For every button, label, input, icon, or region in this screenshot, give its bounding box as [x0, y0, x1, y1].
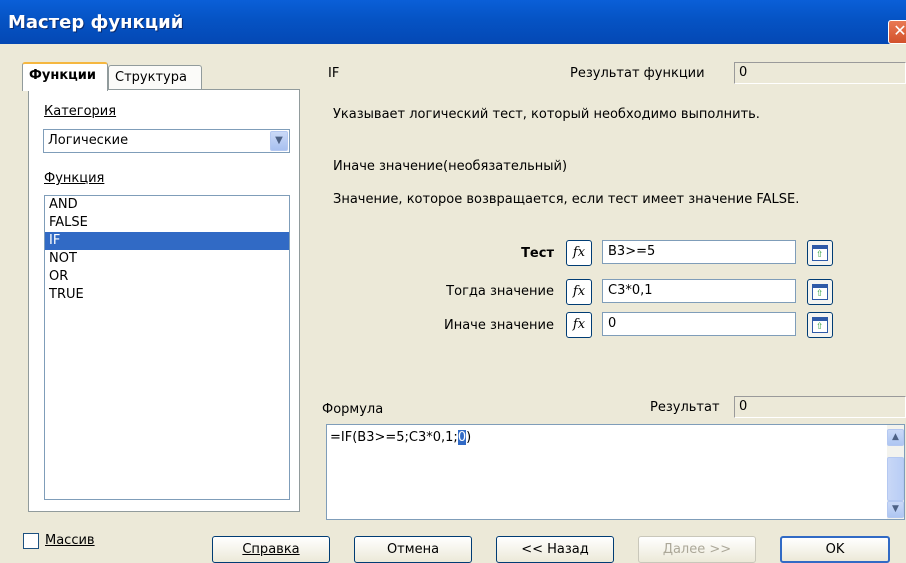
list-item[interactable]: OR [45, 268, 289, 286]
tab-structure-label: Структура [115, 70, 187, 85]
category-value: Логические [48, 133, 129, 148]
cancel-button[interactable]: Отмена [354, 536, 472, 563]
function-result-label: Результат функции [570, 66, 705, 81]
fx-then-button[interactable]: fx [566, 279, 592, 305]
shrink-icon: ⇧ [812, 245, 828, 261]
help-button[interactable]: Справка [212, 536, 330, 563]
formula-editor[interactable]: =IF(B3>=5;C3*0,1;0) ▲ ▼ [326, 424, 905, 520]
tab-structure[interactable]: Структура [108, 65, 202, 91]
list-item[interactable]: AND [45, 196, 289, 214]
list-item[interactable]: TRUE [45, 286, 289, 304]
arg-else-input[interactable]: 0 [602, 312, 796, 336]
arg-then-input[interactable]: C3*0,1 [602, 279, 796, 303]
window-title: Мастер функций [8, 12, 184, 33]
fx-test-button[interactable]: fx [566, 240, 592, 266]
back-button[interactable]: << Назад [496, 536, 614, 563]
close-icon: ✕ [893, 21, 906, 40]
fx-icon: fx [572, 317, 586, 332]
category-select[interactable]: Логические ▼ [43, 129, 290, 153]
array-checkbox[interactable] [23, 533, 39, 549]
close-button[interactable]: ✕ [888, 20, 906, 44]
formula-selection: 0 [457, 430, 467, 445]
formula-result-field: 0 [734, 396, 906, 418]
ok-button[interactable]: OK [780, 536, 890, 563]
shrink-then-button[interactable]: ⇧ [807, 279, 833, 305]
argument-description: Значение, которое возвращается, если тес… [333, 192, 800, 207]
fx-icon: fx [572, 245, 586, 260]
list-item[interactable]: FALSE [45, 214, 289, 232]
arg-test-input[interactable]: B3>=5 [602, 240, 796, 264]
tab-functions-label: Функции [29, 68, 97, 83]
fx-else-button[interactable]: fx [566, 312, 592, 338]
shrink-icon: ⇧ [812, 284, 828, 300]
scroll-thumb[interactable] [887, 457, 904, 501]
arg-test-label: Тест [521, 246, 554, 261]
function-name: IF [328, 66, 340, 81]
formula-text: =IF(B3>=5;C3*0,1;0) [330, 430, 472, 445]
list-item[interactable]: NOT [45, 250, 289, 268]
next-button: Далее >> [638, 536, 756, 563]
category-label: Категория [44, 104, 117, 119]
argument-title: Иначе значение(необязательный) [333, 159, 568, 174]
shrink-icon: ⇧ [812, 317, 828, 333]
function-result-field: 0 [734, 62, 906, 84]
formula-scrollbar[interactable]: ▲ ▼ [887, 425, 904, 519]
formula-label: Формула [322, 402, 384, 417]
formula-result-label: Результат [650, 400, 720, 415]
list-item-selected[interactable]: IF [45, 232, 289, 250]
fx-icon: fx [572, 284, 586, 299]
scroll-down-icon[interactable]: ▼ [887, 501, 904, 518]
tab-functions[interactable]: Функции [22, 62, 108, 91]
shrink-else-button[interactable]: ⇧ [807, 312, 833, 338]
arg-then-label: Тогда значение [446, 284, 554, 299]
chevron-down-icon[interactable]: ▼ [270, 131, 288, 151]
function-label: Функция [44, 171, 105, 186]
shrink-test-button[interactable]: ⇧ [807, 240, 833, 266]
title-bar: Мастер функций ✕ [0, 0, 906, 44]
function-list[interactable]: AND FALSE IF NOT OR TRUE [44, 195, 290, 500]
scroll-up-icon[interactable]: ▲ [887, 429, 904, 446]
arg-else-label: Иначе значение [443, 318, 554, 333]
array-label: Массив [45, 533, 95, 548]
function-description: Указывает логический тест, который необх… [333, 107, 760, 122]
